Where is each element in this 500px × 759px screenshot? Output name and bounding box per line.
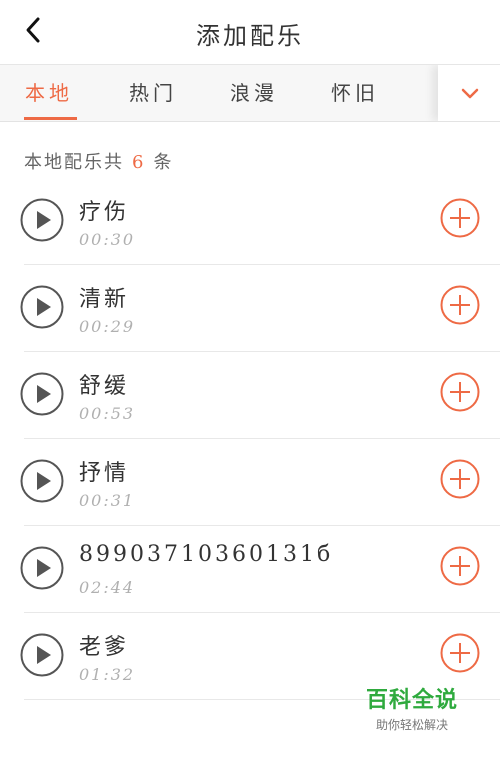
page-title: 添加配乐 [196, 22, 304, 50]
plus-circle-icon [440, 372, 480, 412]
add-music-button[interactable] [440, 285, 480, 325]
song-duration: 00:31 [79, 491, 136, 510]
play-button[interactable] [20, 372, 64, 416]
song-duration: 00:29 [79, 317, 136, 336]
song-duration: 00:30 [79, 230, 136, 249]
song-duration: 01:32 [79, 665, 136, 684]
tab-local[interactable]: 本地 [25, 65, 73, 121]
song-duration: 02:44 [79, 578, 136, 597]
tab-romantic[interactable]: 浪漫 [230, 65, 278, 121]
play-button[interactable] [20, 633, 64, 677]
play-button[interactable] [20, 459, 64, 503]
song-title: 老爹 [79, 635, 130, 660]
add-music-button[interactable] [440, 633, 480, 673]
song-title: 清新 [79, 287, 130, 312]
chevron-down-icon [461, 88, 479, 99]
play-button[interactable] [20, 285, 64, 329]
plus-circle-icon [440, 546, 480, 586]
list-item: 89903710360131б 02:44 [0, 526, 500, 613]
count-suffix: 条 [153, 152, 174, 173]
song-duration: 00:53 [79, 404, 136, 423]
song-title: 抒情 [79, 461, 130, 486]
song-title: 疗伤 [79, 200, 130, 225]
active-tab-indicator [24, 117, 77, 120]
count-prefix: 本地配乐共 [24, 152, 124, 173]
plus-circle-icon [440, 459, 480, 499]
play-icon [20, 198, 64, 242]
add-music-button[interactable] [440, 546, 480, 586]
add-music-button[interactable] [440, 459, 480, 499]
list-item: 清新 00:29 [0, 265, 500, 352]
watermark-brand: 百科全说 [365, 688, 458, 713]
play-icon [20, 372, 64, 416]
play-icon [20, 459, 64, 503]
tab-nostalgic[interactable]: 怀旧 [331, 65, 379, 121]
song-title: 89903710360131б [79, 542, 334, 567]
category-tab-bar: 本地 热门 浪漫 怀旧 [0, 64, 500, 122]
add-music-button[interactable] [440, 198, 480, 238]
header-bar: 添加配乐 [0, 0, 500, 64]
play-button[interactable] [20, 546, 64, 590]
watermark-slogan: 助你轻松解决 [375, 718, 448, 732]
list-item: 疗伤 00:30 [0, 178, 500, 265]
local-music-count: 本地配乐共 6 条 [24, 148, 173, 174]
tab-popular[interactable]: 热门 [129, 65, 177, 121]
play-button[interactable] [20, 198, 64, 242]
more-categories-button[interactable] [438, 65, 500, 121]
plus-circle-icon [440, 198, 480, 238]
list-item: 抒情 00:31 [0, 439, 500, 526]
play-icon [20, 285, 64, 329]
count-value: 6 [132, 152, 146, 173]
plus-circle-icon [440, 633, 480, 673]
play-icon [20, 633, 64, 677]
list-item: 舒缓 00:53 [0, 352, 500, 439]
add-music-button[interactable] [440, 372, 480, 412]
plus-circle-icon [440, 285, 480, 325]
play-icon [20, 546, 64, 590]
watermark-logo: 百科全说 助你轻松解决 [352, 682, 472, 733]
song-title: 舒缓 [79, 374, 130, 399]
